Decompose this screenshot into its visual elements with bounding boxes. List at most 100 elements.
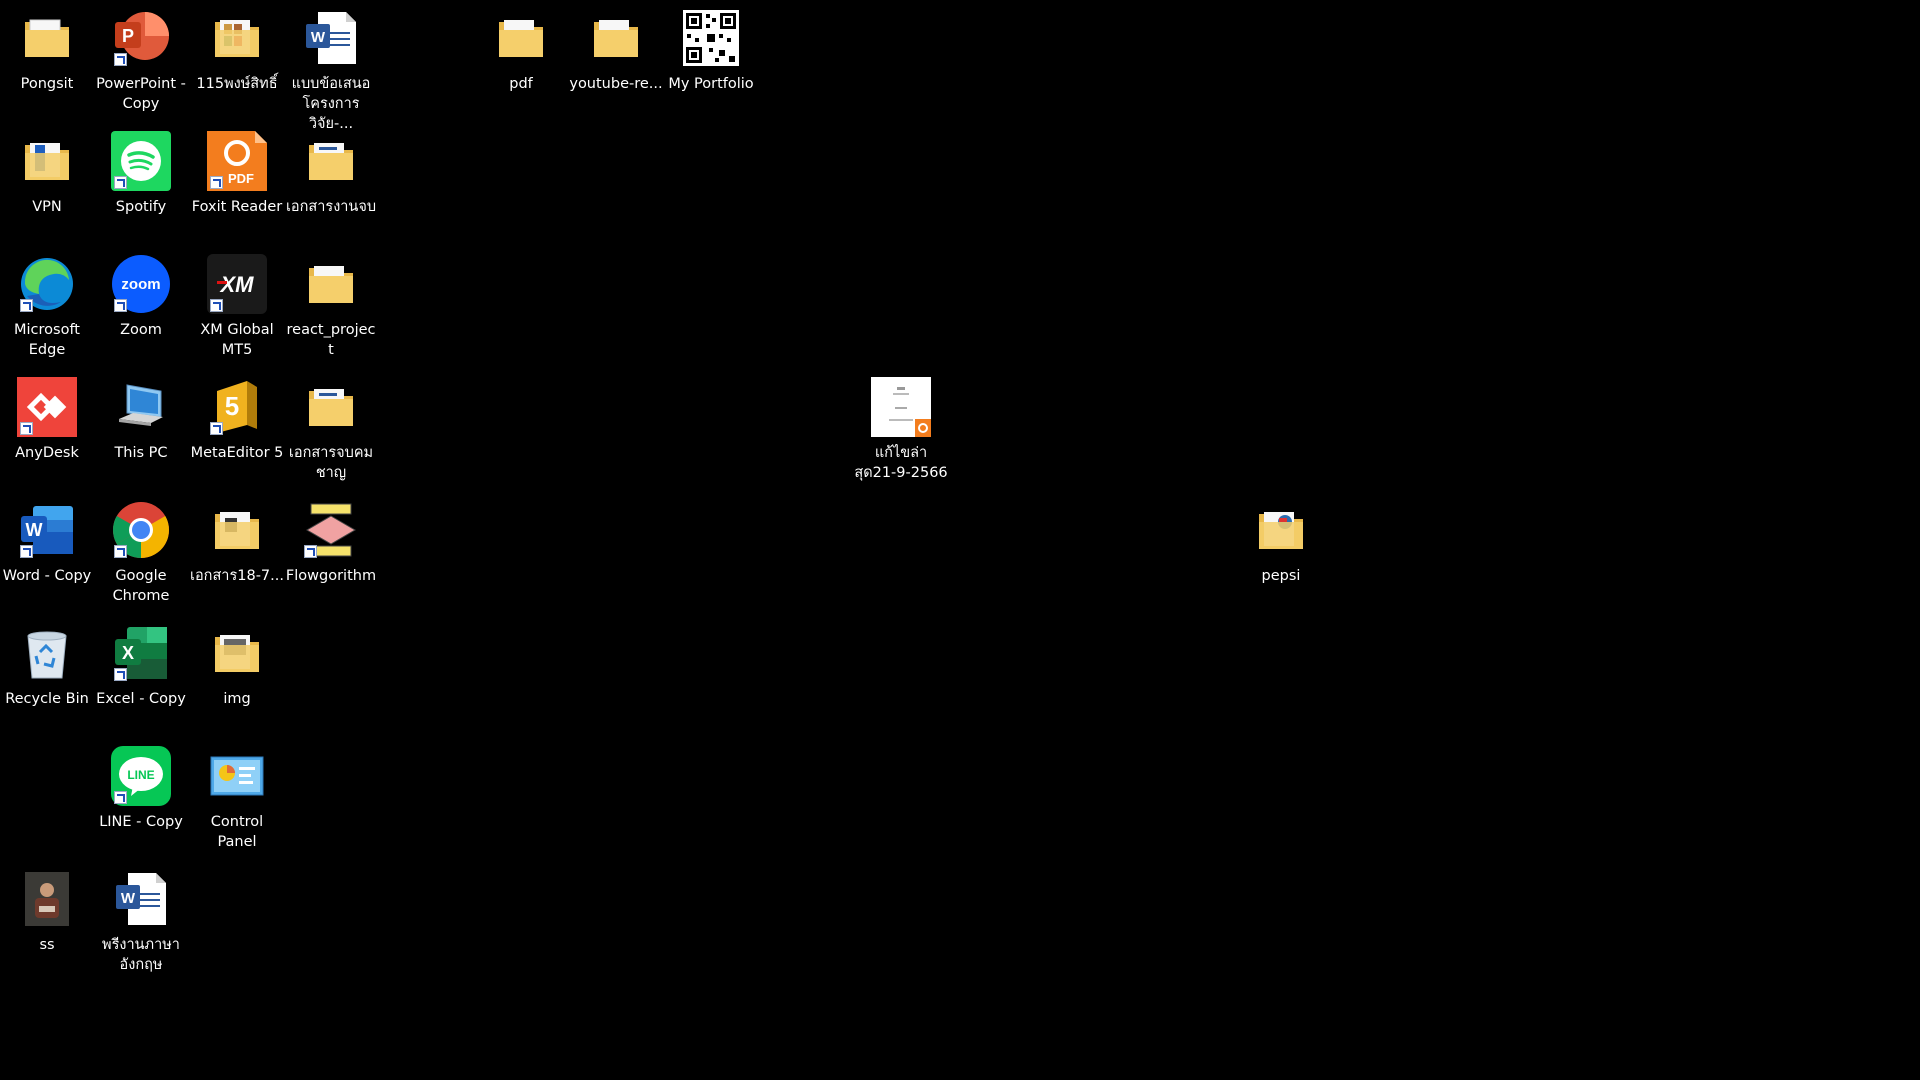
shortcut-arrow-icon — [20, 299, 33, 312]
line-copy[interactable]: LINE LINE - Copy — [94, 746, 188, 832]
word-copy[interactable]: W Word - Copy — [0, 500, 94, 586]
spotify-icon — [111, 131, 171, 191]
icon-label: AnyDesk — [15, 445, 79, 461]
shortcut-arrow-icon — [114, 53, 127, 66]
icon-label: MetaEditor 5 — [190, 445, 284, 461]
word-icon: W — [17, 500, 77, 560]
folder-icon — [586, 8, 646, 68]
icon-label: My Portfolio — [668, 76, 754, 92]
folder-documents-end[interactable]: เอกสารงานจบ — [284, 131, 378, 217]
svg-text:X: X — [122, 643, 134, 663]
folder-react-project[interactable]: react_project — [284, 254, 378, 360]
zoom-icon: zoom — [111, 254, 171, 314]
folder-pongsit[interactable]: Pongsit — [0, 8, 94, 94]
icon-label: XM Global MT5 — [200, 322, 274, 358]
line-icon: LINE — [111, 746, 171, 806]
icon-label: เอกสารงานจบ — [285, 199, 377, 215]
folder-documents-18[interactable]: เอกสาร18-7... — [190, 500, 284, 586]
zoom[interactable]: zoom Zoom — [94, 254, 188, 340]
anydesk[interactable]: AnyDesk — [0, 377, 94, 463]
folder-icon — [491, 8, 551, 68]
word-document-icon: W — [301, 8, 361, 68]
recycle-bin[interactable]: Recycle Bin — [0, 623, 94, 709]
icon-label: Zoom — [120, 322, 162, 338]
icon-label: เอกสารจบคม ชาญ — [288, 445, 374, 481]
icon-label: แบบข้อเสนอ โครงการวิจัย-... — [291, 76, 371, 132]
word-doc-proposal[interactable]: W แบบข้อเสนอ โครงการวิจัย-... — [284, 8, 378, 134]
icon-label: pepsi — [1261, 568, 1301, 584]
shortcut-arrow-icon — [20, 422, 33, 435]
shortcut-arrow-icon — [304, 545, 317, 558]
pdf-fix-latest[interactable]: แก้ไขล่า สุด21-9-2566 — [854, 377, 948, 483]
icon-label: แก้ไขล่า สุด21-9-2566 — [854, 445, 948, 481]
word-doc-english[interactable]: W พรีงานภาษา อังกฤษ — [94, 869, 188, 975]
icon-label: ss — [39, 937, 55, 953]
icon-label: pdf — [509, 76, 533, 92]
icon-label: VPN — [32, 199, 62, 215]
shortcut-arrow-icon — [114, 299, 127, 312]
chrome-icon — [111, 500, 171, 560]
svg-text:XM: XM — [219, 272, 255, 297]
control-panel[interactable]: Control Panel — [190, 746, 284, 852]
folder-pdf[interactable]: pdf — [474, 8, 568, 94]
desktop: Pongsit P PowerPoint - Copy 115พงษ์สิทธิ… — [0, 0, 1920, 1080]
svg-text:5: 5 — [225, 391, 239, 421]
shortcut-arrow-icon — [210, 176, 223, 189]
icon-label: เอกสาร18-7... — [190, 568, 284, 584]
photo-thumbnail-icon — [17, 869, 77, 929]
recycle-bin-icon — [17, 623, 77, 683]
microsoft-edge[interactable]: Microsoft Edge — [0, 254, 94, 360]
folder-icon — [1251, 500, 1311, 560]
xm-global-mt5[interactable]: XM XM Global MT5 — [190, 254, 284, 360]
shortcut-arrow-icon — [114, 791, 127, 804]
foxit-reader[interactable]: PDF Foxit Reader — [190, 131, 284, 217]
spotify[interactable]: Spotify — [94, 131, 188, 217]
folder-icon — [207, 500, 267, 560]
icon-label: youtube-re... — [569, 76, 663, 92]
icon-label: Pongsit — [20, 76, 74, 92]
icon-label: react_project — [286, 322, 376, 358]
anydesk-icon — [17, 377, 77, 437]
folder-icon — [17, 131, 77, 191]
icon-label: img — [223, 691, 251, 707]
flowgorithm[interactable]: Flowgorithm — [284, 500, 378, 586]
icon-label: 115พงษ์สิทธิ์ — [196, 76, 278, 92]
folder-documents-chayan[interactable]: เอกสารจบคม ชาญ — [284, 377, 378, 483]
folder-icon — [207, 623, 267, 683]
icon-label: LINE - Copy — [99, 814, 183, 830]
pdf-document-icon — [871, 377, 931, 437]
shortcut-arrow-icon — [20, 545, 33, 558]
shortcut-arrow-icon — [114, 176, 127, 189]
icon-label: Flowgorithm — [285, 568, 377, 584]
shortcut-arrow-icon — [210, 299, 223, 312]
icon-label: Microsoft Edge — [14, 322, 80, 358]
folder-icon — [17, 8, 77, 68]
image-ss[interactable]: ss — [0, 869, 94, 955]
edge-icon — [17, 254, 77, 314]
folder-pepsi[interactable]: pepsi — [1234, 500, 1328, 586]
google-chrome[interactable]: Google Chrome — [94, 500, 188, 606]
shortcut-arrow-icon — [114, 545, 127, 558]
word-document-icon: W — [111, 869, 171, 929]
powerpoint-copy[interactable]: P PowerPoint - Copy — [94, 8, 188, 114]
this-pc[interactable]: This PC — [94, 377, 188, 463]
metaeditor-5[interactable]: 5 MetaEditor 5 — [190, 377, 284, 463]
folder-youtube[interactable]: youtube-re... — [569, 8, 663, 94]
icon-label: Recycle Bin — [5, 691, 89, 707]
icon-label: PowerPoint - Copy — [96, 76, 186, 112]
svg-text:LINE: LINE — [127, 768, 154, 782]
my-portfolio[interactable]: My Portfolio — [664, 8, 758, 94]
flowgorithm-icon — [301, 500, 361, 560]
svg-text:W: W — [311, 29, 326, 46]
excel-copy[interactable]: X Excel - Copy — [94, 623, 188, 709]
xm-icon: XM — [207, 254, 267, 314]
folder-icon — [301, 131, 361, 191]
shortcut-arrow-icon — [114, 668, 127, 681]
foxit-pdf-icon: PDF — [207, 131, 267, 191]
folder-115[interactable]: 115พงษ์สิทธิ์ — [190, 8, 284, 94]
folder-img[interactable]: img — [190, 623, 284, 709]
folder-icon — [301, 377, 361, 437]
folder-vpn[interactable]: VPN — [0, 131, 94, 217]
shortcut-arrow-icon — [210, 422, 223, 435]
icon-label: This PC — [114, 445, 168, 461]
